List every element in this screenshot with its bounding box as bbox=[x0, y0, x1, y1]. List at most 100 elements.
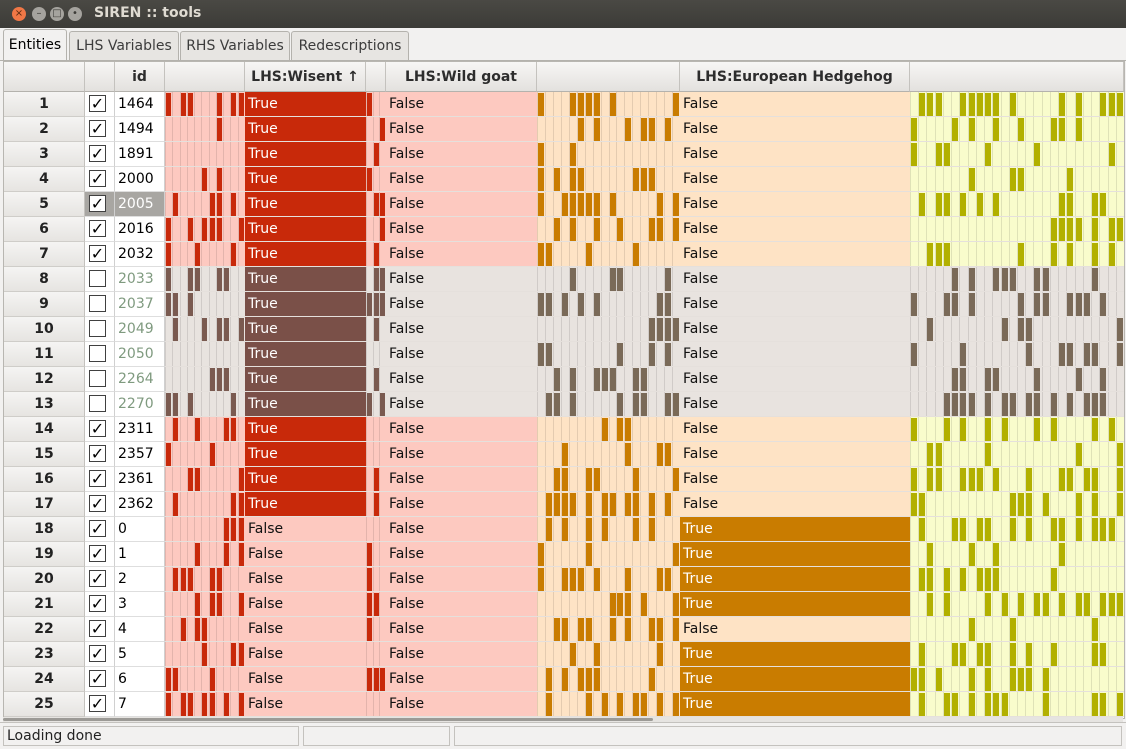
wisent-cell[interactable]: True bbox=[245, 242, 366, 267]
wisent-cell[interactable]: False bbox=[245, 517, 366, 542]
enabled-checkbox[interactable]: ✓ bbox=[89, 470, 106, 487]
row-header[interactable]: 4 bbox=[4, 167, 85, 192]
narrow-variable-cells[interactable] bbox=[366, 242, 386, 267]
wild-goat-column-header[interactable]: LHS:Wild goat bbox=[386, 62, 537, 92]
narrow-variable-cells[interactable] bbox=[366, 392, 386, 417]
row-header[interactable]: 13 bbox=[4, 392, 85, 417]
wisent-cell[interactable]: True bbox=[245, 367, 366, 392]
entity-id[interactable]: 2033 bbox=[115, 267, 165, 292]
enabled-checkbox[interactable] bbox=[89, 320, 106, 337]
narrow-variable-cells[interactable] bbox=[366, 292, 386, 317]
row-header[interactable]: 6 bbox=[4, 217, 85, 242]
narrow-variable-cells[interactable] bbox=[910, 342, 1124, 367]
narrow-variable-cells[interactable] bbox=[165, 517, 245, 542]
wild-goat-cell[interactable]: False bbox=[386, 167, 537, 192]
wild-goat-cell[interactable]: False bbox=[386, 92, 537, 117]
narrow-variable-cells[interactable] bbox=[537, 667, 680, 692]
entity-id[interactable]: 2357 bbox=[115, 442, 165, 467]
checkbox-column-header[interactable] bbox=[85, 62, 115, 92]
wild-goat-cell[interactable]: False bbox=[386, 442, 537, 467]
enabled-checkbox[interactable]: ✓ bbox=[89, 545, 106, 562]
narrow-variable-cells[interactable] bbox=[537, 417, 680, 442]
wisent-cell[interactable]: True bbox=[245, 492, 366, 517]
entity-id[interactable]: 2000 bbox=[115, 167, 165, 192]
narrow-columns-header[interactable] bbox=[165, 62, 245, 92]
entity-id[interactable]: 2049 bbox=[115, 317, 165, 342]
narrow-variable-cells[interactable] bbox=[165, 642, 245, 667]
close-icon[interactable]: × bbox=[12, 7, 26, 21]
narrow-variable-cells[interactable] bbox=[165, 92, 245, 117]
narrow-variable-cells[interactable] bbox=[366, 617, 386, 642]
entity-id[interactable]: 0 bbox=[115, 517, 165, 542]
narrow-variable-cells[interactable] bbox=[165, 267, 245, 292]
row-header[interactable]: 5 bbox=[4, 192, 85, 217]
narrow-variable-cells[interactable] bbox=[537, 92, 680, 117]
row-header[interactable]: 12 bbox=[4, 367, 85, 392]
narrow-variable-cells[interactable] bbox=[366, 492, 386, 517]
window-menu-icon[interactable]: • bbox=[68, 7, 82, 21]
narrow-variable-cells[interactable] bbox=[910, 517, 1124, 542]
narrow-variable-cells[interactable] bbox=[165, 342, 245, 367]
hedgehog-cell[interactable]: False bbox=[680, 317, 910, 342]
narrow-variable-cells[interactable] bbox=[165, 667, 245, 692]
row-header[interactable]: 11 bbox=[4, 342, 85, 367]
hedgehog-cell[interactable]: False bbox=[680, 117, 910, 142]
narrow-variable-cells[interactable] bbox=[537, 392, 680, 417]
wild-goat-cell[interactable]: False bbox=[386, 592, 537, 617]
enabled-checkbox[interactable] bbox=[89, 370, 106, 387]
enabled-checkbox[interactable]: ✓ bbox=[89, 520, 106, 537]
tab-redescriptions[interactable]: Redescriptions bbox=[291, 31, 409, 60]
row-header[interactable]: 15 bbox=[4, 442, 85, 467]
wisent-cell[interactable]: True bbox=[245, 442, 366, 467]
enabled-checkbox[interactable]: ✓ bbox=[89, 170, 106, 187]
wisent-cell[interactable]: True bbox=[245, 317, 366, 342]
narrow-variable-cells[interactable] bbox=[910, 167, 1124, 192]
narrow-variable-cells[interactable] bbox=[165, 392, 245, 417]
wisent-cell[interactable]: True bbox=[245, 417, 366, 442]
wisent-column-header[interactable]: LHS:Wisent ↑ bbox=[245, 62, 366, 92]
hedgehog-cell[interactable]: False bbox=[680, 342, 910, 367]
narrow-variable-cells[interactable] bbox=[366, 542, 386, 567]
row-header[interactable]: 10 bbox=[4, 317, 85, 342]
narrow-variable-cells[interactable] bbox=[366, 367, 386, 392]
hedgehog-cell[interactable]: False bbox=[680, 492, 910, 517]
narrow-variable-cells[interactable] bbox=[537, 692, 680, 717]
enabled-checkbox[interactable]: ✓ bbox=[89, 95, 106, 112]
enabled-checkbox[interactable]: ✓ bbox=[89, 420, 106, 437]
wild-goat-cell[interactable]: False bbox=[386, 242, 537, 267]
narrow-variable-cells[interactable] bbox=[165, 467, 245, 492]
narrow-variable-cells[interactable] bbox=[366, 92, 386, 117]
entity-id[interactable]: 4 bbox=[115, 617, 165, 642]
narrow-variable-cells[interactable] bbox=[910, 567, 1124, 592]
enabled-checkbox[interactable] bbox=[89, 345, 106, 362]
narrow-variable-cells[interactable] bbox=[366, 417, 386, 442]
narrow-variable-cells[interactable] bbox=[366, 317, 386, 342]
wisent-cell[interactable]: False bbox=[245, 642, 366, 667]
narrow-variable-cells[interactable] bbox=[910, 492, 1124, 517]
hedgehog-cell[interactable]: False bbox=[680, 192, 910, 217]
hedgehog-cell[interactable]: False bbox=[680, 392, 910, 417]
narrow-variable-cells[interactable] bbox=[165, 142, 245, 167]
narrow-columns-header[interactable] bbox=[366, 62, 386, 92]
row-header[interactable]: 21 bbox=[4, 592, 85, 617]
enabled-checkbox[interactable]: ✓ bbox=[89, 220, 106, 237]
enabled-checkbox[interactable]: ✓ bbox=[89, 445, 106, 462]
entity-id[interactable]: 3 bbox=[115, 592, 165, 617]
enabled-checkbox[interactable]: ✓ bbox=[89, 695, 106, 712]
narrow-variable-cells[interactable] bbox=[537, 167, 680, 192]
narrow-variable-cells[interactable] bbox=[165, 167, 245, 192]
wisent-cell[interactable]: False bbox=[245, 592, 366, 617]
wisent-cell[interactable]: True bbox=[245, 92, 366, 117]
narrow-variable-cells[interactable] bbox=[537, 267, 680, 292]
entity-id[interactable]: 2032 bbox=[115, 242, 165, 267]
entity-id[interactable]: 2050 bbox=[115, 342, 165, 367]
hedgehog-cell[interactable]: True bbox=[680, 542, 910, 567]
row-header[interactable]: 23 bbox=[4, 642, 85, 667]
wild-goat-cell[interactable]: False bbox=[386, 267, 537, 292]
enabled-checkbox[interactable]: ✓ bbox=[89, 645, 106, 662]
narrow-variable-cells[interactable] bbox=[910, 117, 1124, 142]
enabled-checkbox[interactable] bbox=[89, 395, 106, 412]
narrow-variable-cells[interactable] bbox=[537, 492, 680, 517]
narrow-variable-cells[interactable] bbox=[165, 367, 245, 392]
wisent-cell[interactable]: True bbox=[245, 142, 366, 167]
